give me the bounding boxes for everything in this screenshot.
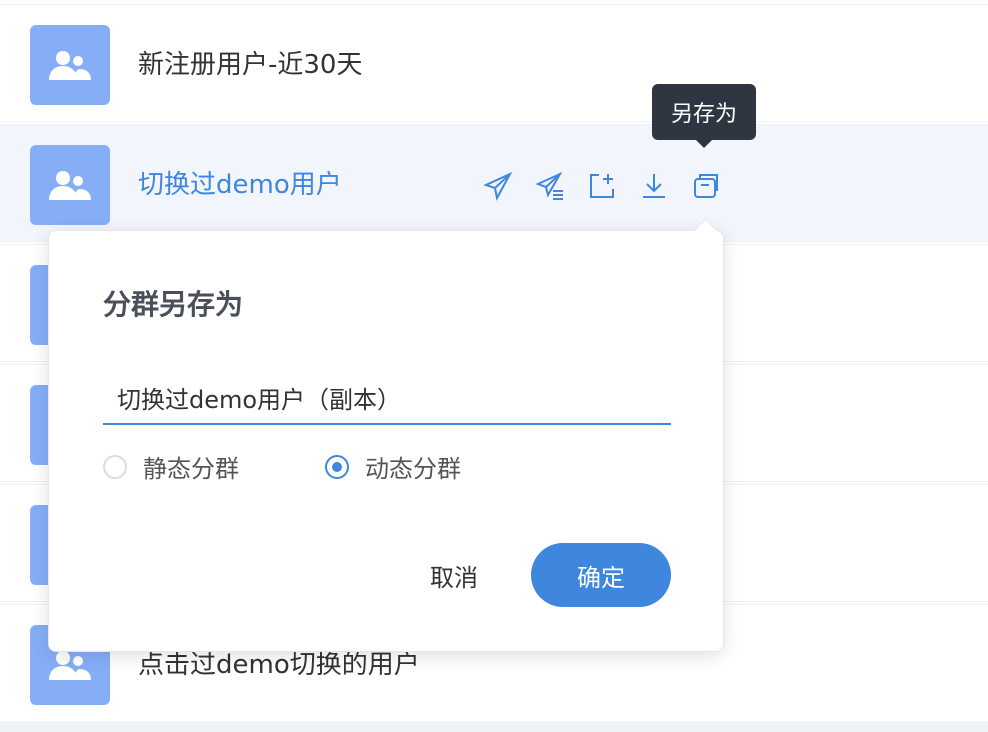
segment-row-active[interactable]: 切换过demo用户 — [0, 124, 988, 242]
segment-name[interactable]: 切换过demo用户 — [138, 170, 342, 200]
download-icon — [643, 174, 665, 198]
cancel-button[interactable]: 取消 — [409, 543, 499, 607]
segment-avatar — [30, 145, 110, 225]
send-list-button[interactable] — [534, 170, 566, 202]
radio-label: 静态分群 — [143, 455, 239, 483]
send-list-icon — [535, 171, 563, 200]
segment-avatar — [30, 25, 110, 105]
confirm-button[interactable]: 确定 — [531, 543, 671, 607]
segment-name[interactable]: 点击过demo切换的用户 — [138, 650, 420, 680]
users-icon — [49, 651, 91, 680]
save-as-tooltip: 另存为 — [652, 84, 756, 148]
copy-icon — [694, 174, 718, 198]
bottom-divider — [0, 722, 988, 732]
users-icon — [49, 51, 91, 80]
radio-static[interactable]: 静态分群 — [103, 449, 239, 484]
download-button[interactable] — [638, 170, 670, 202]
save-as-dialog: 分群另存为 静态分群 动态分群 取消 确定 — [48, 218, 724, 652]
radio-button[interactable] — [103, 454, 127, 479]
segment-name[interactable]: 新注册用户-近30天 — [138, 50, 362, 80]
row-actions — [482, 170, 722, 202]
radio-label: 动态分群 — [365, 455, 461, 483]
radio-button-checked[interactable] — [325, 454, 349, 479]
segment-row[interactable]: 新注册用户-近30天 — [0, 4, 988, 122]
send-button[interactable] — [482, 170, 514, 202]
users-icon — [49, 171, 91, 200]
dialog-title: 分群另存为 — [103, 288, 244, 321]
segment-name-input[interactable] — [103, 382, 671, 412]
save-as-button[interactable] — [690, 170, 722, 202]
export-plus-icon — [590, 174, 614, 198]
send-icon — [483, 171, 513, 201]
segment-name-field[interactable] — [103, 371, 671, 425]
export-button[interactable] — [586, 170, 618, 202]
radio-dynamic[interactable]: 动态分群 — [325, 449, 461, 484]
